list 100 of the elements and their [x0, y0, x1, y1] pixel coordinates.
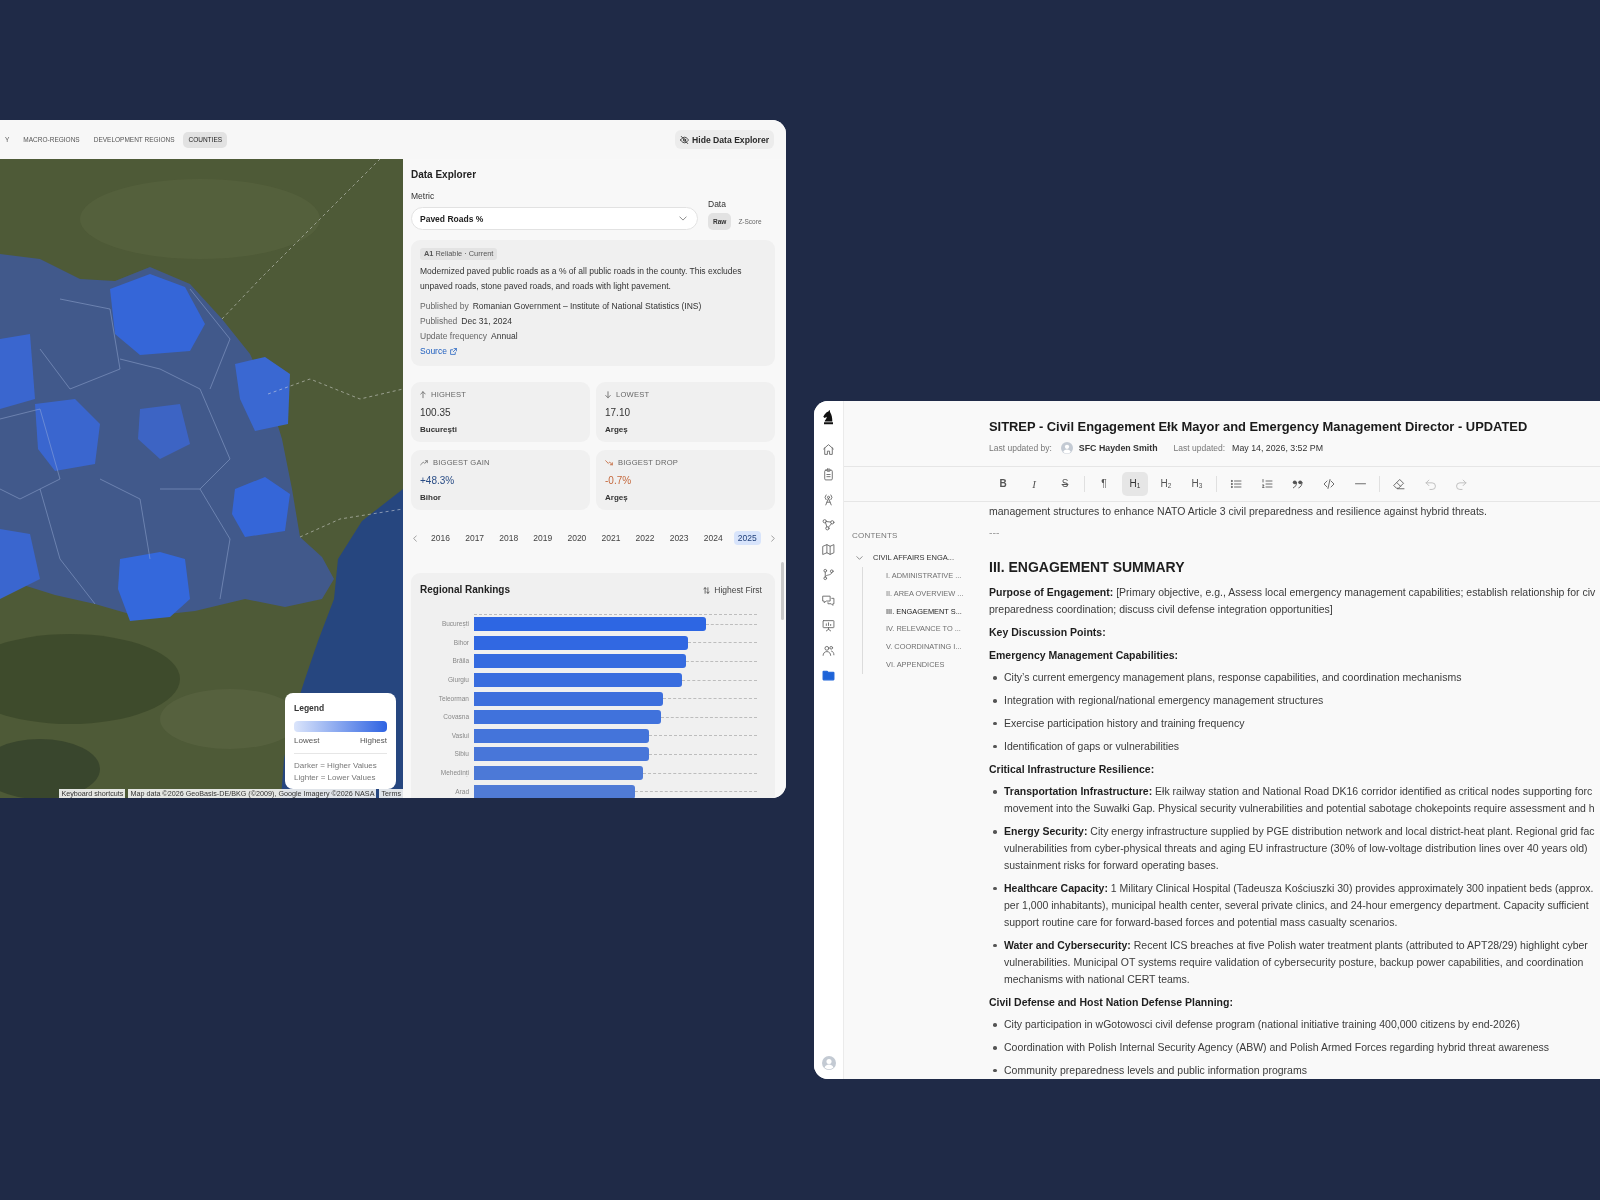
format-button[interactable]: ¶: [1091, 472, 1117, 496]
chevron-down-icon[interactable]: [856, 556, 863, 560]
list-item-text: City participation in wGotowosci civil defense program (national initiative training 400,000 citizens by end-2026): [1004, 1017, 1520, 1033]
stat-value: +48.3%: [420, 474, 456, 488]
section-heading: III. ENGAGEMENT SUMMARY: [989, 558, 1186, 577]
meta-label: Update frequency: [420, 330, 488, 343]
hide-explorer-button[interactable]: Hide Data Explorer: [675, 130, 774, 149]
panel-title: Data Explorer: [411, 168, 478, 182]
metric-description: Modernized paved public roads as a % of all public roads in the county. This excludes unpaved roads, stone paved roads, and roads with light pavement.: [420, 265, 743, 293]
rankings-title: Regional Rankings: [420, 583, 510, 597]
year-tab[interactable]: 2018: [495, 531, 523, 545]
paragraph-text: management structures to enhance NATO Article 3 civil preparedness and resilience against hybrid threats.: [989, 504, 1489, 519]
contents-heading: CONTENTS: [852, 530, 899, 542]
list-item-text: Healthcare Capacity: 1 Military Clinical Hospital (Tadeusza Kościuszki 30) provides approximately 300 inpatient beds (approx. per 1,000 inhabitants), municipal health center, several private clinics, and 24-hour emergency department. Capacity sufficient support routine care for forward-based forces and potential mass casualty scenarios.: [1004, 880, 1594, 930]
arrow-down-icon: [605, 391, 611, 399]
bullet-icon: [993, 676, 997, 680]
list-item-text: Identification of gaps or vulnerabilities: [1004, 738, 1180, 754]
scrollbar-thumb[interactable]: [781, 562, 784, 620]
bullet-icon: [993, 886, 997, 891]
list-item-text: Coordination with Polish Internal Security Agency (ABW) and Polish Armed Forces regarding hybrid threat awareness: [1004, 1040, 1550, 1056]
year-tab[interactable]: 2017: [461, 531, 489, 545]
bulleted-list-icon: [1230, 478, 1242, 490]
code-icon: [1323, 479, 1335, 489]
metric-select[interactable]: Paved Roads %: [411, 207, 698, 230]
year-tab[interactable]: 2023: [665, 531, 693, 545]
year-tab[interactable]: 2021: [597, 531, 625, 545]
undo-icon: [1424, 478, 1436, 490]
subheading: Emergency Management Capabilities:: [989, 647, 1180, 663]
meta-value: Romanian Government – Institute of National Statistics (INS): [472, 300, 702, 313]
eraser-icon: [1393, 478, 1405, 490]
format-button[interactable]: S: [1052, 472, 1078, 496]
document-title: SITREP - Civil Engagement Ełk Mayor and Emergency Management Director - UPDATED: [989, 418, 1529, 436]
bullet-icon: [993, 1068, 997, 1073]
updated-date: May 14, 2026, 3:52 PM: [1232, 442, 1324, 454]
field-label: Data: [708, 198, 727, 210]
meta-label: Last updated:: [1173, 442, 1226, 454]
bullet-icon: [993, 790, 997, 794]
avatar-icon[interactable]: [821, 1056, 836, 1070]
bullet-icon: [993, 943, 997, 948]
legend-note: Darker = Higher Values: [294, 760, 378, 772]
stat-value: -0.7%: [605, 474, 633, 488]
paragraph-text: Purpose of Engagement: [Primary objective, e.g., Assess local emergency management capabilities; establish relationship for civ preparedness coordination; discuss civil defense integration opportunities]: [989, 585, 1597, 617]
stat-region: Argeș: [605, 424, 629, 436]
format-button[interactable]: I: [1021, 472, 1047, 496]
list-item-text: City’s current emergency management plans, response capabilities, and coordination mechanisms: [1004, 670, 1462, 686]
bullet-icon: [993, 744, 997, 749]
chevron-left-icon: [413, 534, 417, 542]
scale-label: Lowest: [294, 735, 320, 746]
trend-up-icon: [420, 460, 428, 466]
legend-title: Legend: [294, 702, 326, 714]
field-label: Metric: [411, 190, 436, 202]
list-item-text: Integration with regional/national emergency management structures: [1004, 693, 1324, 709]
chevron-right-icon: [770, 534, 775, 542]
list-item-text: Community preparedness levels and public information programs: [1004, 1062, 1307, 1078]
subheading: Civil Defense and Host Nation Defense Planning:: [989, 994, 1234, 1010]
stat-region: București: [420, 424, 458, 436]
subheading: Critical Infrastructure Resilience:: [989, 761, 1156, 777]
meta-label: Last updated by:: [989, 442, 1052, 454]
horizontal-rule-icon: [1354, 483, 1366, 485]
year-tab[interactable]: 2025: [733, 531, 761, 545]
arrow-up-icon: [420, 391, 426, 399]
format-button[interactable]: B: [990, 472, 1016, 496]
meta-value: Annual: [491, 330, 518, 343]
map-drawing[interactable]: [0, 159, 403, 798]
source-link[interactable]: Source: [420, 344, 457, 359]
bullet-icon: [993, 1046, 997, 1050]
list-item-text: Water and Cybersecurity: Recent ICS breaches at five Polish water treatment plants (attributed to APT28/29) highlight cyber vulnerabilities. Municipal OT systems require validation of cybersecurity posture, backup power capabilities, and coordination mechanisms with national CERT teams.: [1004, 937, 1588, 987]
scale-label: Highest: [359, 735, 387, 746]
author-name: SFC Hayden Smith: [1078, 442, 1158, 454]
knight-logo-icon[interactable]: [822, 409, 835, 425]
bullet-icon: [993, 1023, 997, 1027]
list-item-text: Energy Security: City energy infrastructure supplied by PGE distribution network and local district-heat plant. Regional grid fac vulnerabilities from cyber-physical threats and aging EU infrastructure (30% of low-voltage distribution lines over 40 years old) sustainment risks for forward operating bases.: [1004, 824, 1595, 874]
bullet-icon: [993, 830, 997, 834]
trend-down-icon: [605, 460, 613, 466]
sort-button[interactable]: Highest First: [703, 584, 762, 596]
year-tab[interactable]: 2020: [563, 531, 591, 545]
year-tab[interactable]: 2016: [427, 531, 455, 545]
bullet-icon: [993, 722, 997, 726]
bullet-icon: [993, 699, 997, 703]
meta-value: Dec 31, 2024: [461, 315, 512, 328]
year-tab[interactable]: 2024: [699, 531, 727, 545]
stat-region: Argeș: [605, 492, 629, 504]
list-item-text: Transportation Infrastructure: Ełk railway station and National Road DK16 corridor identified as critical nodes supporting forc movement into the Suwałki Gap. Physical security vulnerabilities and potential sabotage chokepoints require assessment and h: [1004, 784, 1595, 817]
stat-region: Bihor: [420, 492, 442, 504]
avatar-icon: [1060, 442, 1073, 454]
meta-label: Published: [420, 315, 458, 328]
chevron-down-icon: [679, 216, 687, 221]
markdown-rule-text: ---: [989, 525, 1001, 540]
stat-value: 17.10: [605, 406, 632, 420]
eye-slash-icon: [680, 135, 690, 144]
list-item-text: Exercise participation history and training frequency: [1004, 716, 1245, 731]
sort-icon: [703, 586, 711, 594]
redo-icon: [1455, 478, 1467, 490]
year-tab[interactable]: 2022: [631, 531, 659, 545]
numbered-list-icon: [1261, 478, 1273, 490]
subheading: Key Discussion Points:: [989, 624, 1107, 640]
stat-value: 100.35: [420, 406, 452, 420]
meta-label: Published by: [420, 300, 469, 313]
quote-icon: [1292, 479, 1304, 489]
year-tab[interactable]: 2019: [529, 531, 557, 545]
